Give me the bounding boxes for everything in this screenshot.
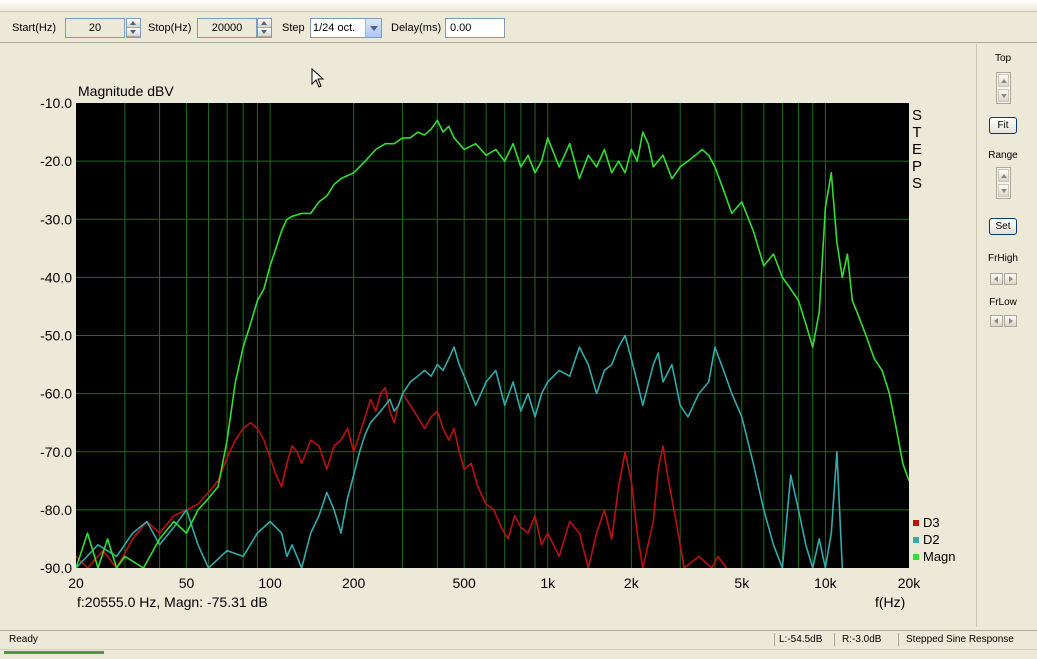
- spin-down-icon[interactable]: [998, 89, 1009, 102]
- x-tick-label: 20k: [898, 575, 922, 591]
- plot-panel: Magnitude dBV -10.0 -20.0 -30.0 -40.0 -50.0-…: [9, 44, 976, 627]
- arrow-right-icon[interactable]: [1004, 315, 1017, 327]
- top-label: Top: [994, 53, 1012, 64]
- frlow-label: FrLow: [989, 297, 1017, 308]
- step-select-value: 1/24 oct.: [313, 22, 356, 34]
- toolbar: Start(Hz) 20 Stop(Hz) 20000 Step 1/24 oc…: [0, 13, 1037, 43]
- arrow-right-icon[interactable]: [1004, 273, 1017, 285]
- status-divider: [774, 633, 775, 646]
- x-tick-label: 2k: [624, 575, 640, 591]
- start-label: Start(Hz): [12, 22, 56, 34]
- status-text: Ready: [9, 634, 38, 645]
- status-divider: [898, 633, 899, 646]
- arrow-left-icon[interactable]: [990, 315, 1003, 327]
- window-top-edge: [0, 0, 1037, 12]
- y-tick-label: -20.0: [40, 153, 72, 169]
- step-select[interactable]: 1/24 oct.: [310, 18, 382, 38]
- stop-spinner[interactable]: [257, 18, 272, 38]
- step-label: Step: [282, 22, 305, 34]
- spin-up-icon[interactable]: [127, 19, 140, 28]
- measurement-mode: Stepped Sine Response: [906, 634, 1014, 645]
- status-bar: Ready L:-54.5dB R:-3.0dB Stepped Sine Re…: [0, 630, 1037, 648]
- x-tick-label: 500: [452, 575, 476, 591]
- y-tick-label: -60.0: [40, 386, 72, 402]
- legend-label: Magn: [923, 549, 956, 564]
- x-tick-labels: 20 50 100 200 500 1k 2k 5k 10k 20k: [68, 575, 921, 591]
- arrow-left-icon[interactable]: [990, 273, 1003, 285]
- x-tick-label: 1k: [540, 575, 556, 591]
- legend-label: D2: [923, 532, 940, 547]
- x-axis-label: f(Hz): [875, 594, 905, 610]
- legend-swatch: [913, 520, 919, 526]
- x-tick-label: 100: [258, 575, 282, 591]
- stop-label: Stop(Hz): [148, 22, 192, 34]
- range-label: Range: [988, 150, 1018, 161]
- legend-swatch: [913, 537, 919, 543]
- y-tick-label: -30.0: [40, 211, 72, 227]
- delay-label: Delay(ms): [391, 22, 442, 34]
- response-chart[interactable]: Magnitude dBV -10.0-20.0-30.0-40.0-50.0-…: [9, 44, 976, 627]
- side-panel: Top Fit Range Set FrHigh FrLow: [976, 44, 1028, 627]
- spin-down-icon[interactable]: [127, 28, 140, 37]
- steps-letter: P: [912, 158, 922, 175]
- x-tick-label: 50: [179, 575, 195, 591]
- legend-swatch: [913, 554, 919, 560]
- y-tick-label: -90.0: [40, 560, 72, 576]
- level-right: R:-3.0dB: [842, 634, 882, 645]
- range-spinner[interactable]: [996, 167, 1011, 199]
- steps-letter: S: [912, 107, 922, 124]
- fit-button[interactable]: Fit: [989, 117, 1017, 134]
- y-tick-label: -10.0: [40, 95, 72, 111]
- stop-input[interactable]: 20000: [197, 18, 257, 38]
- start-spinner[interactable]: [126, 18, 141, 38]
- y-tick-label: -70.0: [40, 444, 72, 460]
- x-tick-label: 10k: [814, 575, 838, 591]
- x-tick-label: 5k: [734, 575, 750, 591]
- x-tick-label: 20: [68, 575, 84, 591]
- window-bottom-edge: [0, 649, 1037, 659]
- spin-up-icon[interactable]: [998, 169, 1009, 182]
- y-axis-label: Magnitude dBV: [78, 83, 174, 99]
- y-tick-label: -80.0: [40, 502, 72, 518]
- steps-letter: S: [912, 175, 922, 192]
- frhigh-label: FrHigh: [987, 253, 1018, 264]
- y-tick-label: -40.0: [40, 269, 72, 285]
- frhigh-stepper[interactable]: [990, 273, 1017, 285]
- cursor-readout: f:20555.0 Hz, Magn: -75.31 dB: [77, 594, 268, 610]
- delay-input[interactable]: 0.00: [445, 18, 505, 38]
- y-tick-label: -50.0: [40, 328, 72, 344]
- spin-up-icon[interactable]: [258, 19, 271, 28]
- status-divider: [834, 633, 835, 646]
- set-button[interactable]: Set: [989, 218, 1017, 235]
- spin-up-icon[interactable]: [998, 74, 1009, 87]
- x-tick-label: 200: [342, 575, 366, 591]
- spin-down-icon[interactable]: [998, 184, 1009, 197]
- start-input[interactable]: 20: [65, 18, 125, 38]
- spin-down-icon[interactable]: [258, 28, 271, 37]
- taskbar-tab: [4, 651, 104, 654]
- level-left: L:-54.5dB: [779, 634, 823, 645]
- y-tick-labels: -10.0 -20.0 -30.0 -40.0 -50.0 -60.0 -70.0 -80.0…: [40, 95, 72, 576]
- legend-label: D3: [923, 515, 940, 530]
- steps-label: STEPS: [912, 107, 922, 192]
- chevron-down-icon[interactable]: [365, 19, 381, 37]
- legend: D3 D2 Magn: [913, 515, 956, 564]
- steps-letter: E: [912, 141, 922, 158]
- frlow-stepper[interactable]: [990, 315, 1017, 327]
- top-spinner[interactable]: [996, 72, 1011, 104]
- steps-letter: T: [912, 124, 921, 141]
- mouse-pointer-icon: [311, 68, 325, 88]
